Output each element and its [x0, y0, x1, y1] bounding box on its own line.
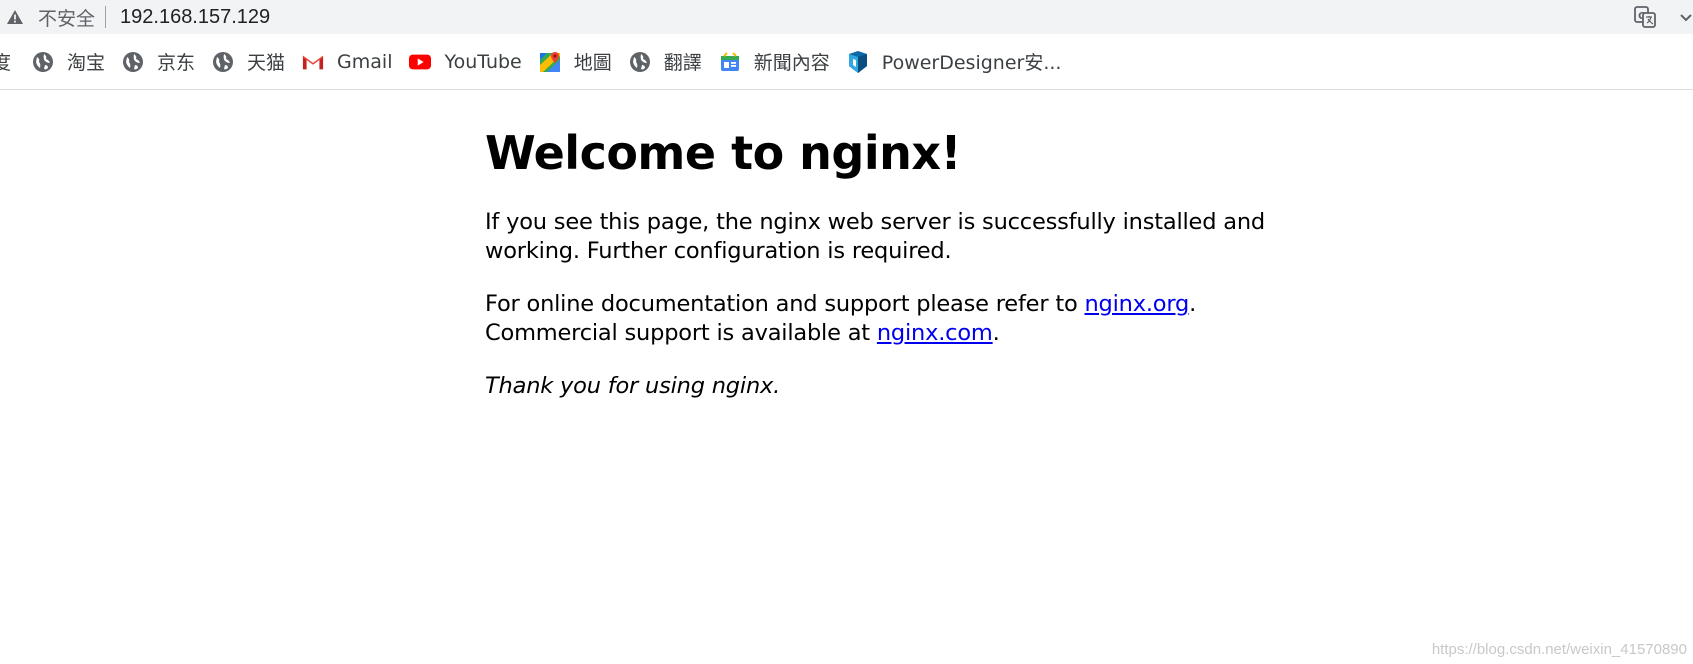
translate-icon[interactable]: G: [1633, 5, 1657, 29]
bookmark-label: YouTube: [444, 50, 522, 73]
bookmarks-bar: 度 淘宝 京东: [0, 34, 1693, 90]
page-title: Welcome to nginx!: [485, 126, 962, 180]
globe-icon: [32, 51, 54, 73]
bookmark-label: 天猫: [247, 52, 286, 74]
support-text: For online documentation and support ple…: [485, 291, 1085, 317]
watermark: https://blog.csdn.net/weixin_41570890: [1431, 641, 1687, 658]
bookmark-label: PowerDesigner安...: [881, 52, 1062, 74]
commercial-text: Commercial support is available at: [485, 320, 877, 346]
youtube-icon: [409, 51, 432, 73]
punctuation: .: [992, 320, 1000, 346]
bookmark-label: Gmail: [337, 50, 393, 73]
page-content: Welcome to nginx! If you see this page, …: [485, 118, 1265, 401]
bookmark-youtube[interactable]: YouTube: [409, 50, 522, 73]
bookmark-translate[interactable]: 翻譯: [629, 48, 702, 75]
bookmark-label: 翻譯: [663, 52, 702, 74]
bookmark-label: 新聞內容: [753, 52, 830, 74]
globe-icon: [212, 51, 234, 73]
support-paragraph: For online documentation and support ple…: [485, 290, 1265, 348]
bookmark-clipped[interactable]: 度: [0, 48, 14, 75]
intro-paragraph: If you see this page, the nginx web serv…: [485, 209, 1265, 264]
url-text[interactable]: 192.168.157.129: [120, 6, 270, 29]
bookmark-powerdesigner[interactable]: PowerDesigner安...: [847, 48, 1062, 75]
bookmark-jd[interactable]: 京东: [122, 48, 195, 75]
bookmark-maps[interactable]: 地圖: [539, 48, 612, 75]
maps-icon: [539, 51, 561, 73]
bookmark-gmail[interactable]: Gmail: [302, 51, 392, 73]
warning-triangle-icon[interactable]: [6, 8, 24, 26]
security-label[interactable]: 不安全: [38, 4, 95, 31]
nginx-com-link[interactable]: nginx.com: [877, 320, 993, 346]
address-bar[interactable]: 不安全 192.168.157.129 G: [0, 0, 1693, 34]
nginx-org-link[interactable]: nginx.org: [1084, 291, 1189, 317]
gmail-icon: [302, 51, 324, 73]
bookmark-tmall[interactable]: 天猫: [212, 48, 285, 75]
bookmark-label: 淘宝: [67, 52, 106, 74]
bookmark-taobao[interactable]: 淘宝: [32, 48, 105, 75]
address-divider: [105, 6, 107, 28]
bookmark-news[interactable]: 新聞內容: [719, 48, 830, 75]
chevron-down-icon[interactable]: [1679, 8, 1693, 26]
bookmark-label: 地圖: [573, 52, 612, 74]
news-icon: [719, 51, 741, 73]
globe-icon: [629, 51, 651, 73]
punctuation: .: [1189, 291, 1197, 317]
powerdesigner-icon: [847, 50, 869, 73]
bookmark-label: 京东: [157, 52, 196, 74]
thanks-paragraph: Thank you for using nginx.: [485, 373, 781, 399]
globe-icon: [122, 51, 144, 73]
